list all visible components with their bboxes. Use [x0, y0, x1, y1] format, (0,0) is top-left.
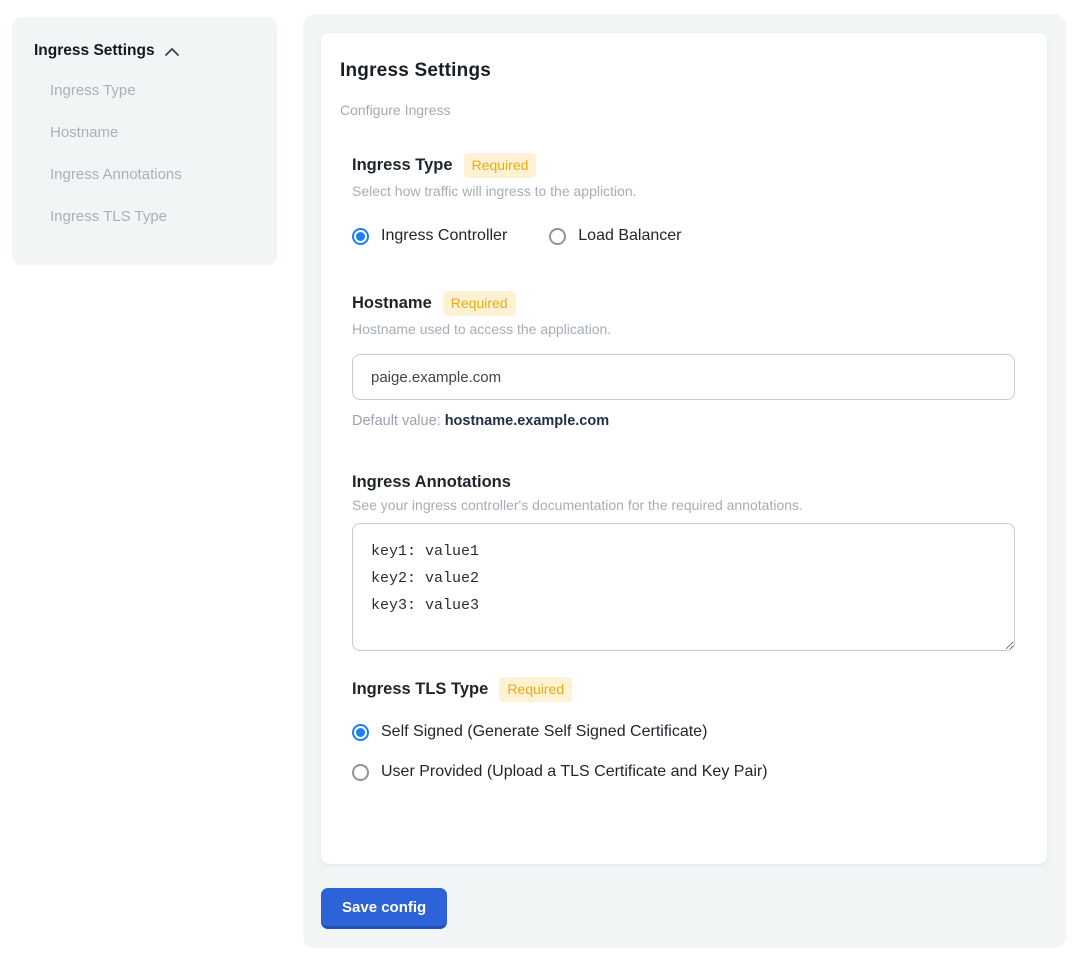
radio-load-balancer[interactable]: Load Balancer — [549, 227, 681, 245]
card-subtitle: Configure Ingress — [340, 102, 1015, 118]
required-badge: Required — [443, 291, 516, 316]
ingress-annotations-label: Ingress Annotations — [352, 473, 511, 492]
sidebar: Ingress Settings Ingress Type Hostname I… — [12, 17, 277, 265]
radio-self-signed[interactable]: Self Signed (Generate Self Signed Certif… — [352, 723, 1015, 741]
radio-label: Load Balancer — [578, 227, 681, 245]
radio-user-provided[interactable]: User Provided (Upload a TLS Certificate … — [352, 763, 1015, 781]
form-sections: Ingress Type Required Select how traffic… — [352, 153, 1015, 781]
ingress-tls-type-label: Ingress TLS Type — [352, 680, 488, 699]
default-value-label: Default value: — [352, 413, 441, 429]
section-ingress-annotations: Ingress Annotations See your ingress con… — [352, 473, 1015, 651]
radio-label: Self Signed (Generate Self Signed Certif… — [381, 723, 707, 741]
section-ingress-tls-type: Ingress TLS Type Required Self Signed (G… — [352, 677, 1015, 781]
sidebar-item-ingress-annotations[interactable]: Ingress Annotations — [50, 154, 259, 196]
sidebar-item-hostname[interactable]: Hostname — [50, 112, 259, 154]
ingress-type-helper: Select how traffic will ingress to the a… — [352, 183, 1015, 199]
ingress-annotations-helper: See your ingress controller's documentat… — [352, 497, 1015, 513]
chevron-up-icon — [164, 45, 180, 57]
sidebar-title: Ingress Settings — [34, 42, 155, 60]
main-panel: Ingress Settings Configure Ingress Ingre… — [303, 14, 1066, 948]
ingress-type-options: Ingress Controller Load Balancer — [352, 227, 1015, 245]
hostname-label: Hostname — [352, 294, 432, 313]
sidebar-item-ingress-tls-type[interactable]: Ingress TLS Type — [50, 196, 259, 238]
required-badge: Required — [499, 677, 572, 702]
radio-button-icon — [352, 228, 369, 245]
hostname-helper: Hostname used to access the application. — [352, 321, 1015, 337]
card-title: Ingress Settings — [340, 60, 1015, 82]
sidebar-section-toggle[interactable]: Ingress Settings — [34, 42, 259, 60]
hostname-input[interactable] — [352, 354, 1015, 400]
radio-button-icon — [352, 764, 369, 781]
sidebar-item-list: Ingress Type Hostname Ingress Annotation… — [50, 70, 259, 238]
radio-label: Ingress Controller — [381, 227, 507, 245]
radio-label: User Provided (Upload a TLS Certificate … — [381, 763, 768, 781]
ingress-type-label: Ingress Type — [352, 156, 453, 175]
radio-button-icon — [549, 228, 566, 245]
settings-card: Ingress Settings Configure Ingress Ingre… — [321, 33, 1047, 864]
required-badge: Required — [464, 153, 537, 178]
ingress-annotations-textarea[interactable]: key1: value1 key2: value2 key3: value3 — [352, 523, 1015, 651]
radio-button-icon — [352, 724, 369, 741]
hostname-default-note: Default value: hostname.example.com — [352, 413, 1015, 429]
default-value-text: hostname.example.com — [445, 413, 609, 429]
section-hostname: Hostname Required Hostname used to acces… — [352, 291, 1015, 429]
save-config-button[interactable]: Save config — [321, 888, 447, 929]
ingress-tls-type-options: Self Signed (Generate Self Signed Certif… — [352, 723, 1015, 781]
sidebar-item-ingress-type[interactable]: Ingress Type — [50, 70, 259, 112]
radio-ingress-controller[interactable]: Ingress Controller — [352, 227, 507, 245]
section-ingress-type: Ingress Type Required Select how traffic… — [352, 153, 1015, 245]
